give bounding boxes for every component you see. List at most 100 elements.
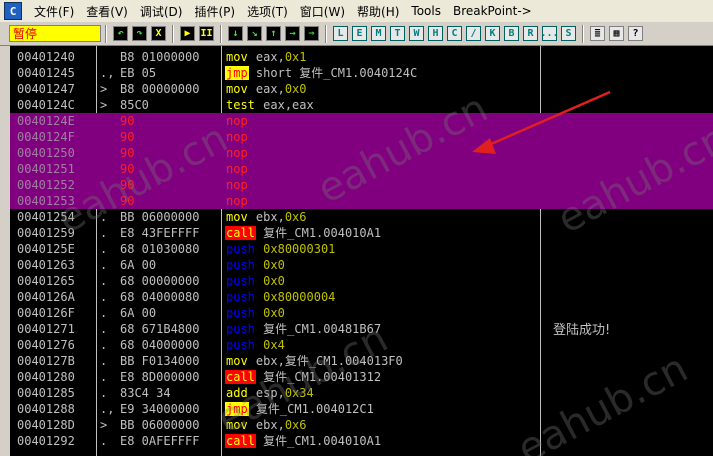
disasm-row[interactable]: 0040124F 90 nop	[10, 129, 713, 145]
call-stack-button[interactable]: K	[485, 26, 500, 41]
options-grid-button[interactable]: ▦	[609, 26, 624, 41]
disasm-row[interactable]: 00401292. E8 0AFEFFFF call 复件_CM1.004010A1	[10, 433, 713, 449]
address-cell: 0040125E	[17, 242, 75, 256]
disasm-row[interactable]: 00401285. 83C4 34 add esp,0x34	[10, 385, 713, 401]
menu-options[interactable]: 选项(T)	[241, 3, 294, 20]
disassembly-cell: nop	[225, 193, 256, 209]
menu-debug[interactable]: 调试(D)	[134, 3, 189, 20]
jump-marker: .	[100, 274, 108, 288]
operand: eax,	[255, 82, 285, 96]
pause-button[interactable]: II	[199, 26, 214, 41]
restart-button[interactable]: ↶	[113, 26, 128, 41]
disasm-row[interactable]: 00401252 90 nop	[10, 177, 713, 193]
hex-bytes-cell: B8 00000000	[120, 82, 200, 96]
menu-breakpoint[interactable]: BreakPoint->	[447, 4, 538, 18]
jump-marker: >	[100, 98, 108, 112]
source-window-button[interactable]: S	[561, 26, 576, 41]
app-icon: C	[4, 2, 22, 20]
run-trace-button[interactable]: ...	[540, 26, 559, 41]
menu-view[interactable]: 查看(V)	[80, 3, 134, 20]
appearance-button[interactable]: ≣	[590, 26, 605, 41]
disasm-row[interactable]: 0040124E 90 nop	[10, 113, 713, 129]
hex-bytes-cell: 68 671B4800	[120, 322, 200, 336]
disasm-row[interactable]: 00401254. BB 06000000 mov ebx,0x6	[10, 209, 713, 225]
operand: short 复件_CM1.0040124C	[255, 66, 418, 80]
disasm-row[interactable]: 00401265. 68 00000000 push 0x0	[10, 273, 713, 289]
disassembly-cell: jmp 复件_CM1.004012C1	[225, 401, 374, 417]
operand-number: 0x80000004	[263, 290, 336, 304]
mnemonic: mov	[226, 210, 248, 224]
menu-help[interactable]: 帮助(H)	[351, 3, 405, 20]
address-cell: 00401240	[17, 50, 75, 64]
step-over-button[interactable]: ↘	[247, 26, 262, 41]
address-cell: 0040128D	[17, 418, 75, 432]
mnemonic: call	[225, 370, 256, 384]
disasm-row[interactable]: 0040126A. 68 04000080 push 0x80000004	[10, 289, 713, 305]
toolbar-separator	[172, 24, 174, 43]
hex-bytes-cell: EB 05	[120, 66, 157, 80]
disasm-row[interactable]: 00401288., E9 34000000 jmp 复件_CM1.004012C1	[10, 401, 713, 417]
close-button[interactable]: X	[151, 26, 166, 41]
comment-text: 登陆成功!	[553, 323, 611, 338]
disasm-row[interactable]: 00401253 90 nop	[10, 193, 713, 209]
disassembly-cell: push 0x80000301	[225, 241, 335, 257]
windows-window-button[interactable]: W	[409, 26, 424, 41]
disasm-row[interactable]: 0040124C >85C0 test eax,eax	[10, 97, 713, 113]
hex-bytes-cell: 6A 00	[120, 306, 157, 320]
address-cell: 00401254	[17, 210, 75, 224]
disasm-row[interactable]: 00401240 B8 01000000 mov eax,0x1	[10, 49, 713, 65]
mnemonic: push	[226, 274, 255, 288]
disasm-row[interactable]: 0040128D > BB 06000000 mov ebx,0x6	[10, 417, 713, 433]
operand-number: 0x80000301	[263, 242, 336, 256]
operand: esp,	[255, 386, 285, 400]
hex-bytes-cell: 90	[120, 162, 135, 176]
disasm-row[interactable]: 0040127B. BB F0134000 mov ebx,复件_CM1.00401…	[10, 353, 713, 369]
address-cell: 0040124F	[17, 130, 75, 144]
memory-window-button[interactable]: M	[371, 26, 386, 41]
menu-window[interactable]: 窗口(W)	[294, 3, 351, 20]
cpu-window-button[interactable]: C	[447, 26, 462, 41]
address-cell: 00401265	[17, 274, 75, 288]
disasm-row[interactable]: 0040125E. 68 01030080 push 0x80000301	[10, 241, 713, 257]
step-into-button[interactable]: ↓	[228, 26, 243, 41]
threads-window-button[interactable]: T	[390, 26, 405, 41]
disassembly-pane[interactable]: 00401240 B8 01000000 mov eax,0x1 00401245.,…	[10, 46, 713, 456]
address-cell: 00401247	[17, 82, 75, 96]
disasm-row[interactable]: 00401263. 6A 00 push 0x0	[10, 257, 713, 273]
handles-window-button[interactable]: H	[428, 26, 443, 41]
menu-tools[interactable]: Tools	[405, 4, 447, 18]
disasm-row[interactable]: 00401251 90 nop	[10, 161, 713, 177]
address-cell: 00401259	[17, 226, 75, 240]
address-cell: 00401292	[17, 434, 75, 448]
trace-over-button[interactable]: →	[285, 26, 300, 41]
menu-plugins[interactable]: 插件(P)	[188, 3, 241, 20]
mnemonic: jmp	[225, 402, 249, 416]
disasm-row[interactable]: 00401280. E8 8D000000 call 复件_CM1.00401312	[10, 369, 713, 385]
disasm-row[interactable]: 00401259. E8 43FEFFFF call 复件_CM1.004010A1	[10, 225, 713, 241]
address-cell: 00401253	[17, 194, 75, 208]
reload-button[interactable]: ↷	[132, 26, 147, 41]
disassembly-cell: push 复件_CM1.00481B67	[225, 321, 381, 337]
log-window-button[interactable]: L	[333, 26, 348, 41]
operand-number: 0x0	[263, 258, 285, 272]
disassembly-cell: mov ebx,复件_CM1.004013F0	[225, 353, 403, 369]
disasm-row[interactable]: 00401245., EB 05 jmp short 复件_CM1.0040124C	[10, 65, 713, 81]
help-button[interactable]: ?	[628, 26, 643, 41]
modules-window-button[interactable]: E	[352, 26, 367, 41]
patches-window-button[interactable]: /	[466, 26, 481, 41]
menu-file[interactable]: 文件(F)	[28, 3, 80, 20]
mnemonic: nop	[226, 130, 248, 144]
references-window-button[interactable]: R	[523, 26, 538, 41]
address-cell: 00401288	[17, 402, 75, 416]
disassembly-cell: nop	[225, 113, 256, 129]
mnemonic: add	[226, 386, 248, 400]
disasm-row[interactable]: 00401250 90 nop	[10, 145, 713, 161]
disasm-row[interactable]: 00401247 > B8 00000000 mov eax,0x0	[10, 81, 713, 97]
hex-bytes-cell: 6A 00	[120, 258, 157, 272]
mnemonic: push	[226, 258, 255, 272]
breakpoints-window-button[interactable]: B	[504, 26, 519, 41]
disasm-row[interactable]: 00401276. 68 04000000 push 0x4	[10, 337, 713, 353]
run-button[interactable]: ▶	[180, 26, 195, 41]
trace-into-button[interactable]: ↑	[266, 26, 281, 41]
execute-till-return-button[interactable]: ⇒	[304, 26, 319, 41]
